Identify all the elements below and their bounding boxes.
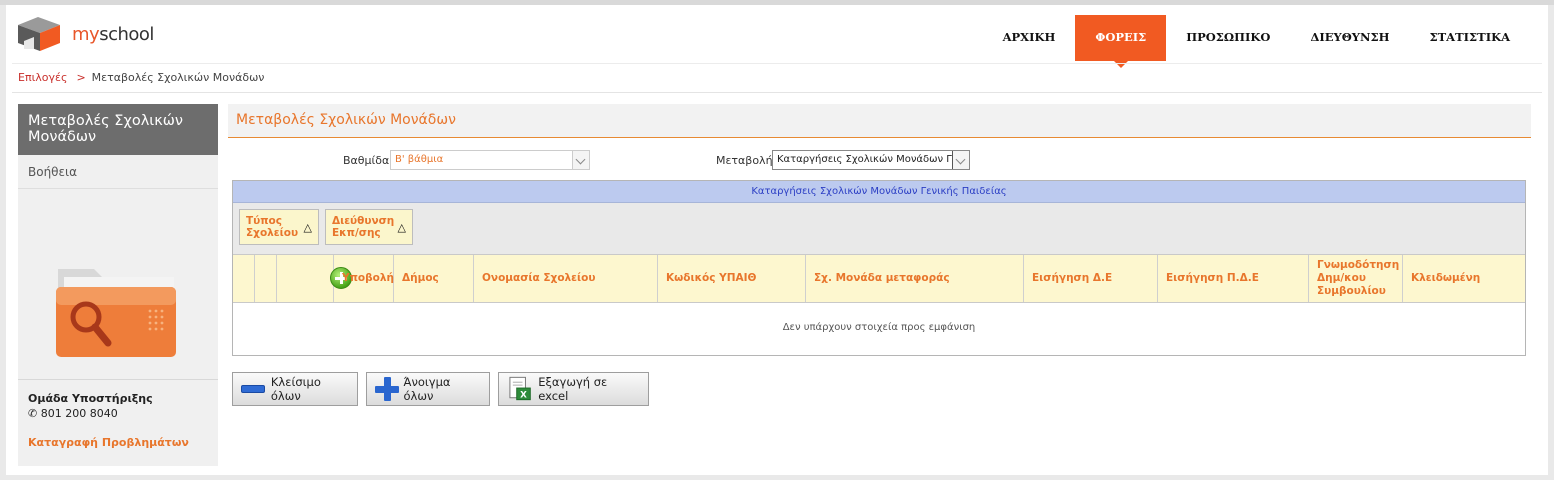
nav-home[interactable]: ΑΡΧΙΚΗ <box>983 15 1076 61</box>
header-cell-spacer <box>255 255 277 302</box>
plus-icon <box>375 377 400 401</box>
support-phone: ✆ 801 200 8040 <box>28 407 118 420</box>
page: myschool ΑΡΧΙΚΗ ΦΟΡΕΙΣ ΠΡΟΣΩΠΙΚΟ ΔΙΕΥΘΥΝ… <box>6 5 1548 475</box>
sort-triangle-icon: △ <box>397 221 406 234</box>
main-content: Μεταβολές Σχολικών Μονάδων Βαθμίδα Β' βά… <box>228 104 1531 406</box>
nav-institutions[interactable]: ΦΟΡΕΙΣ <box>1075 15 1167 68</box>
logo-text: myschool <box>72 24 154 45</box>
sidebar-title: Μεταβολές Σχολικών Μονάδων <box>18 104 218 155</box>
nav-statistics[interactable]: ΣΤΑΤΙΣΤΙΚΑ <box>1409 15 1530 61</box>
header-cell-spacer <box>233 255 255 302</box>
column-locked[interactable]: Κλειδωμένη <box>1403 255 1525 302</box>
support-box: Ομάδα Υποστήριξης ✆ 801 200 8040 Καταγρα… <box>18 379 218 466</box>
chevron-down-icon <box>572 151 589 169</box>
group-button-school-type[interactable]: Τύπος Σχολείου △ <box>239 209 319 245</box>
column-pde-recommendation[interactable]: Εισήγηση Π.Δ.Ε <box>1158 255 1309 302</box>
column-ministry-code[interactable]: Κωδικός ΥΠΑΙΘ <box>658 255 806 302</box>
column-council-opinion[interactable]: Γνωμοδότηση Δημ/κου Συμβουλίου <box>1309 255 1403 302</box>
breadcrumb-separator: > <box>76 71 86 84</box>
sort-triangle-icon: △ <box>303 221 312 234</box>
group-button-directorate[interactable]: Διεύθυνση Εκπ/σης △ <box>325 209 413 245</box>
sidebar: Μεταβολές Σχολικών Μονάδων Βοήθεια Ομάδα… <box>18 104 218 466</box>
expand-all-button[interactable]: Άνοιγμα όλων <box>366 372 490 406</box>
folder-search-icon <box>56 269 176 357</box>
column-transfer-unit[interactable]: Σχ. Μονάδα μεταφοράς <box>806 255 1024 302</box>
breadcrumb-current: Μεταβολές Σχολικών Μονάδων <box>91 71 265 84</box>
breadcrumb-root-link[interactable]: Επιλογές <box>18 71 67 84</box>
change-select[interactable]: Καταργήσεις Σχολικών Μονάδων Γενικ <box>772 150 970 170</box>
column-municipality[interactable]: Δήμος <box>394 255 474 302</box>
column-school-name[interactable]: Ονομασία Σχολείου <box>474 255 658 302</box>
support-title: Ομάδα Υποστήριξης <box>28 392 153 405</box>
minus-icon <box>241 385 265 393</box>
page-title: Μεταβολές Σχολικών Μονάδων <box>228 104 1531 138</box>
nav-personnel[interactable]: ΠΡΟΣΩΠΙΚΟ <box>1166 15 1290 61</box>
data-grid: Καταργήσεις Σχολικών Μονάδων Γενικής Παι… <box>232 180 1526 356</box>
logo-mark-icon <box>18 17 60 51</box>
collapse-all-button[interactable]: Κλείσιμο όλων <box>232 372 358 406</box>
change-label: Μεταβολή <box>716 154 773 167</box>
grid-caption: Καταργήσεις Σχολικών Μονάδων Γενικής Παι… <box>233 181 1525 203</box>
group-panel: Τύπος Σχολείου △ Διεύθυνση Εκπ/σης △ <box>233 203 1525 255</box>
myschool-logo[interactable]: myschool <box>16 15 176 59</box>
sidebar-help-link[interactable]: Βοήθεια <box>18 155 218 189</box>
nav-directorate[interactable]: ΔΙΕΥΘΥΝΣΗ <box>1290 15 1409 61</box>
grade-select[interactable]: Β' βάθμια <box>390 150 590 170</box>
breadcrumb: Επιλογές > Μεταβολές Σχολικών Μονάδων <box>12 63 1542 93</box>
column-de-recommendation[interactable]: Εισήγηση Δ.Ε <box>1024 255 1158 302</box>
grid-header-row: Υποβολή Δήμος Ονομασία Σχολείου Κωδικός … <box>233 255 1525 303</box>
export-excel-button[interactable]: X Εξαγωγή σε excel <box>498 372 649 406</box>
excel-icon: X <box>509 376 531 401</box>
report-problems-link[interactable]: Καταγραφή Προβλημάτων <box>28 436 208 449</box>
svg-text:X: X <box>520 391 527 401</box>
main-nav: ΑΡΧΙΚΗ ΦΟΡΕΙΣ ΠΡΟΣΩΠΙΚΟ ΔΙΕΥΘΥΝΣΗ ΣΤΑΤΙΣ… <box>983 15 1530 68</box>
header-cell-add <box>277 255 352 302</box>
column-submission[interactable]: Υποβολή <box>334 255 394 302</box>
chevron-down-icon <box>952 151 969 169</box>
filter-row: Βαθμίδα Β' βάθμια Μεταβολή Καταργήσεις Σ… <box>228 150 1528 172</box>
grade-label: Βαθμίδα <box>343 154 390 167</box>
phone-icon: ✆ <box>28 407 38 420</box>
empty-message: Δεν υπάρχουν στοιχεία προς εμφάνιση <box>782 322 976 333</box>
